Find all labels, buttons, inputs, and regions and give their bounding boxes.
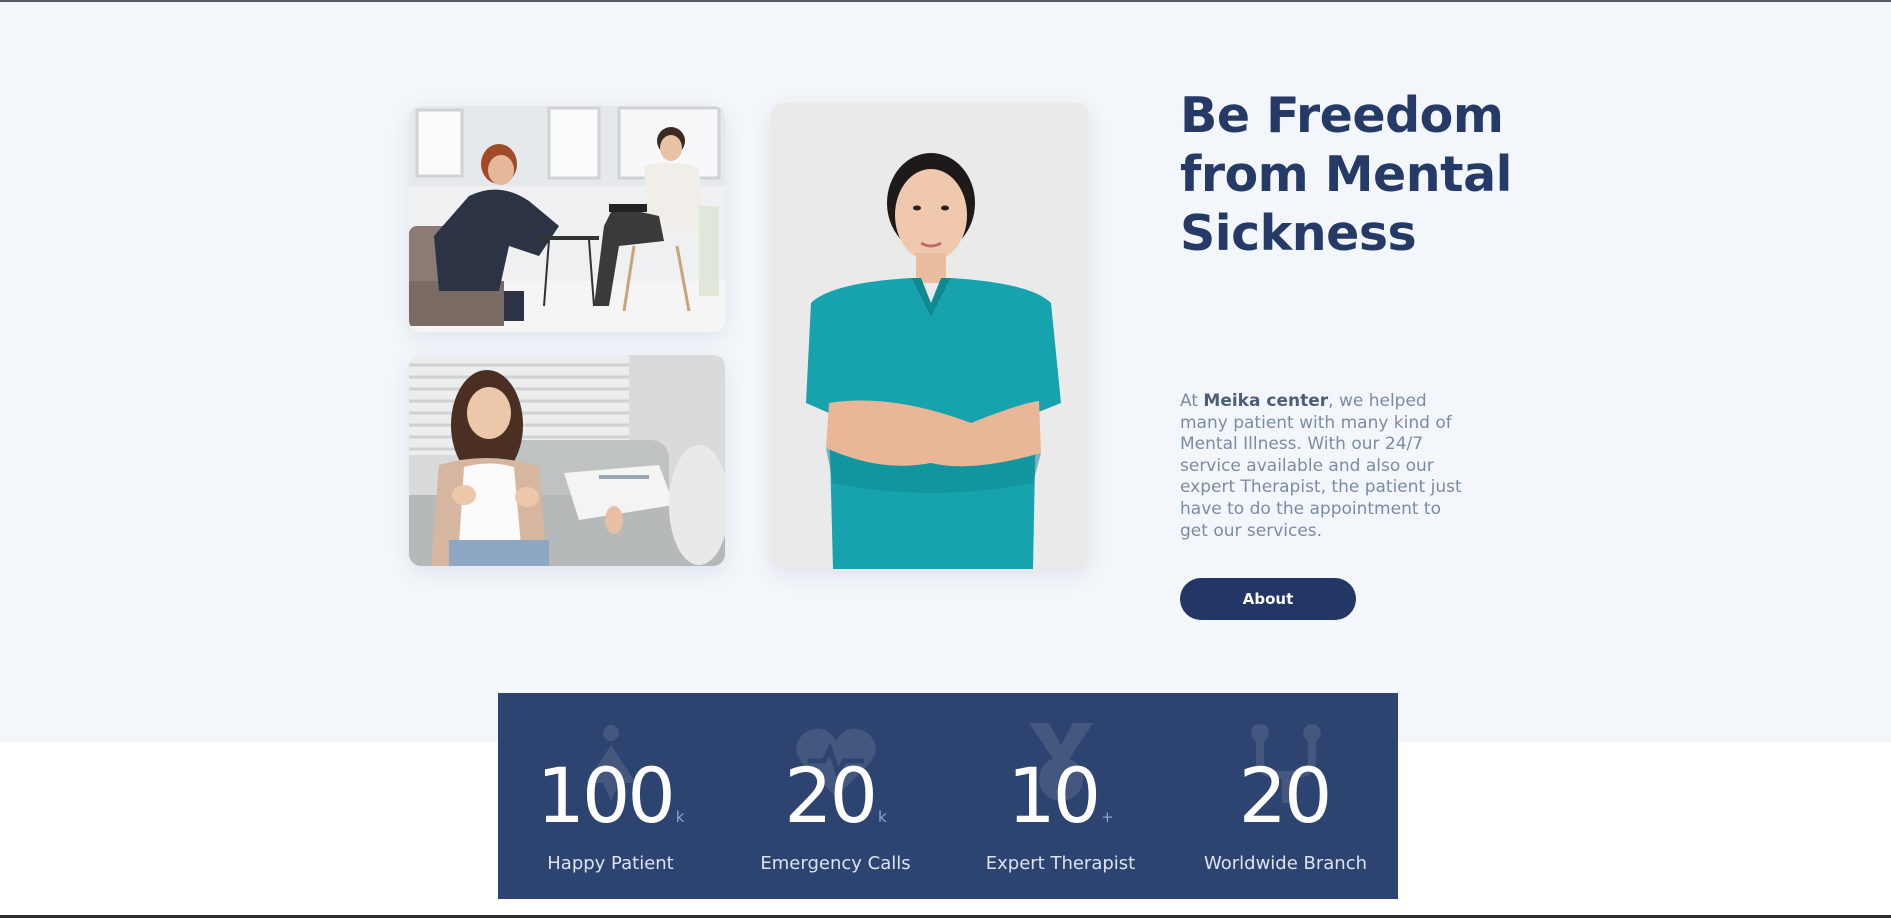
stat-worldwide-branch: 20 Worldwide Branch xyxy=(1173,693,1398,899)
stat-label: Happy Patient xyxy=(547,853,674,874)
patient-talking-photo xyxy=(409,355,725,566)
hero-description: At Meika center, we helped many patient … xyxy=(1180,391,1470,542)
hero-headline: Be Freedom from Mental Sickness xyxy=(1180,87,1512,262)
stat-suffix: k xyxy=(675,808,685,826)
stat-number: 20 xyxy=(784,751,878,840)
stat-suffix: + xyxy=(1101,808,1114,826)
stat-label: Expert Therapist xyxy=(985,853,1136,874)
stats-band: 100 k Happy Patient 20 k Emergency Calls 1… xyxy=(498,693,1398,899)
stat-number: 20 xyxy=(1238,751,1333,840)
brand-name: Meika center xyxy=(1203,391,1329,411)
stat-emergency-calls: 20 k Emergency Calls xyxy=(723,693,948,899)
stat-happy-patient: 100 k Happy Patient xyxy=(498,693,723,899)
stat-label: Emergency Calls xyxy=(760,853,911,874)
therapist-portrait-photo xyxy=(771,103,1089,569)
description-prefix: At xyxy=(1180,391,1204,411)
stat-suffix: k xyxy=(878,808,887,826)
stat-number: 10 xyxy=(1007,751,1101,840)
stat-label: Worldwide Branch xyxy=(1203,853,1368,874)
description-body: , we helped many patient with many kind … xyxy=(1180,391,1462,541)
about-button[interactable]: About xyxy=(1180,578,1356,620)
stat-expert-therapist: 10 + Expert Therapist xyxy=(948,693,1173,899)
therapy-session-photo xyxy=(409,106,725,332)
stat-number: 100 xyxy=(536,751,676,840)
